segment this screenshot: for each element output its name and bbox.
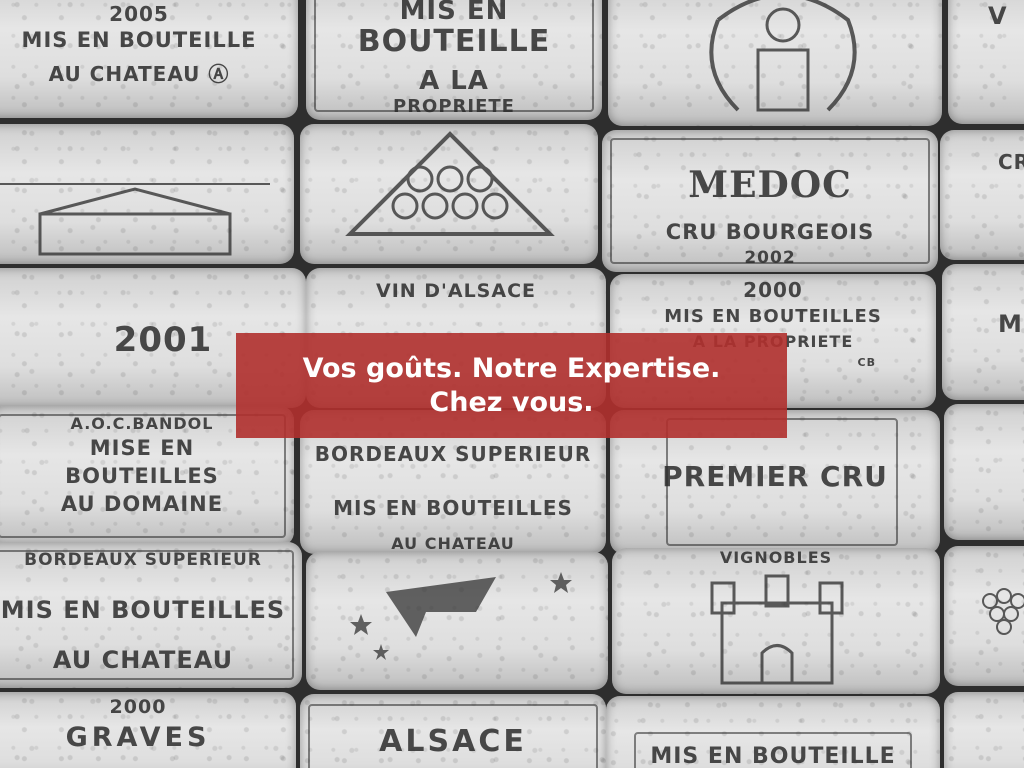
cork-text: CR [998,150,1024,174]
grapes-icon [982,588,1024,635]
tagline-line-2: Chez vous. [429,386,594,418]
cork-c12: MI [942,264,1024,400]
cork-c22: ALSACE [300,694,606,768]
cork-text: A LA [419,66,489,96]
cork-c3 [608,0,942,126]
cork-text: PROPRIETE [393,96,515,117]
cork-text: BORDEAUX SUPERIEUR [24,550,262,570]
castle-icon [710,574,844,685]
cork-c24 [944,692,1024,768]
cork-text: MISE EN [89,436,195,460]
cork-text: MEDOC [688,164,852,206]
cork-text: V [988,2,1008,30]
cork-text: AU CHATEAU [52,646,234,674]
cork-text: VIN D'ALSACE [375,280,536,302]
cork-text: MI [998,310,1024,338]
cork-text: MIS EN BOUTEILLE [650,744,896,768]
tagline-text: Vos goûts. Notre Expertise. Chez vous. [303,352,721,420]
cork-text: PREMIER CRU [662,460,888,493]
cork-text: MIS EN [399,0,509,26]
cork-c17: BORDEAUX SUPERIEUR MIS EN BOUTEILLES AU … [0,542,302,688]
cork-text: 2000 [743,278,803,302]
cork-text: AU CHATEAU [391,534,515,553]
cork-text: 2005 [109,2,169,26]
cork-text: ALSACE [379,724,527,759]
cork-c2: MIS EN BOUTEILLE A LA PROPRIETE [306,0,602,120]
grapes-icon [345,131,555,236]
cork-c19: VIGNOBLES [612,548,940,694]
cork-c5 [0,124,294,264]
cork-text: MIS EN BOUTEILLES [664,306,882,327]
tagline-line-1: Vos goûts. Notre Expertise. [302,352,721,384]
cork-c20 [944,546,1024,686]
cork-c7: MEDOC CRU BOURGEOIS 2002 [602,130,938,272]
crest-icon [709,0,857,112]
cork-c6 [300,124,598,264]
cork-c4: V [948,0,1024,124]
cork-text: AU CHATEAU Ⓐ [48,62,230,86]
cork-text: AU DOMAINE [60,492,224,516]
cork-text: BORDEAUX SUPERIEUR [314,442,592,466]
cork-c18 [306,552,608,690]
cork-text: MIS EN BOUTEILLES [333,496,573,520]
cork-c8: CR [940,130,1024,260]
cork-c16 [944,404,1024,540]
chateau-icon [0,183,270,256]
cork-c21: 2000 GRAVES [0,692,296,768]
cork-text: BOUTEILLES [65,464,219,488]
cork-background-photo: 2005 MIS EN BOUTEILLE AU CHATEAU Ⓐ MIS E… [0,0,1024,768]
cork-text: 2002 [744,248,796,268]
tagline-banner: Vos goûts. Notre Expertise. Chez vous. [236,333,787,438]
cork-text: 2000 [109,696,167,718]
cork-c1: 2005 MIS EN BOUTEILLE AU CHATEAU Ⓐ [0,0,298,118]
star-flag-icon [350,572,572,660]
cork-text: BOUTEILLE [357,24,551,59]
cork-c23: MIS EN BOUTEILLE [606,696,940,768]
cork-text: MIS EN BOUTEILLES [0,596,286,624]
cork-text: MIS EN BOUTEILLE [21,28,257,52]
cork-text: CRU BOURGEOIS [665,220,875,244]
cork-text: GRAVES [65,722,211,753]
